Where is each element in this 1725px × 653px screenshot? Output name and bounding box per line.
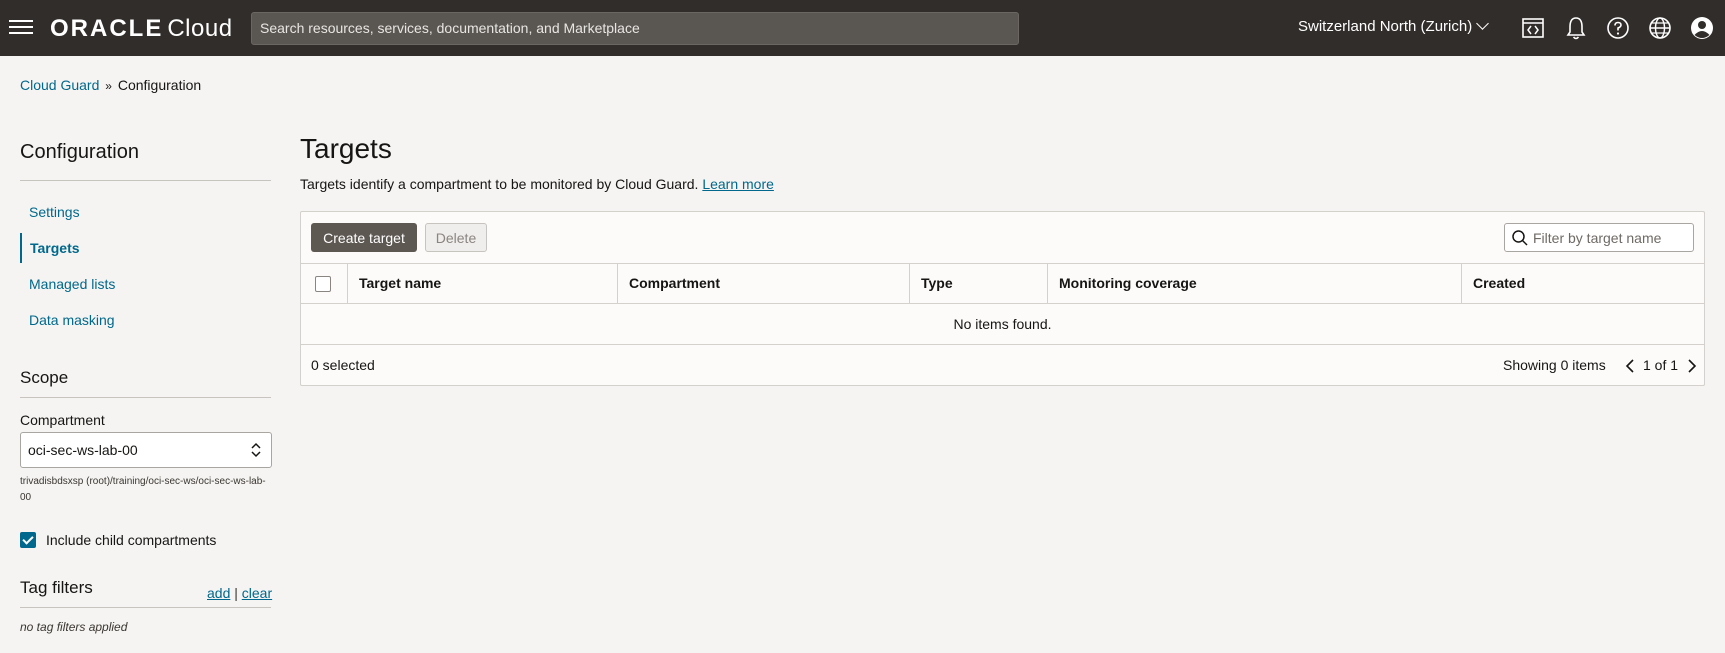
- region-label: Switzerland North (Zurich): [1298, 18, 1473, 35]
- scope-divider: [20, 397, 271, 398]
- chevron-down-icon: [1476, 17, 1490, 30]
- sidebar-item-settings[interactable]: Settings: [20, 197, 271, 227]
- include-child-label: Include child compartments: [46, 532, 217, 548]
- search-icon: [1512, 230, 1528, 246]
- compartment-label: Compartment: [20, 412, 105, 428]
- tag-filter-divider: |: [234, 585, 238, 601]
- oracle-cloud-logo[interactable]: ORACLE Cloud: [50, 15, 233, 43]
- code-editor-icon[interactable]: [1520, 15, 1546, 41]
- column-header-target-name[interactable]: Target name: [347, 264, 617, 303]
- tag-filter-actions: add | clear: [207, 585, 272, 601]
- breadcrumb-cloud-guard-link[interactable]: Cloud Guard: [20, 77, 99, 93]
- tag-filters-empty: no tag filters applied: [20, 620, 128, 634]
- sidebar-item-data-masking[interactable]: Data masking: [20, 305, 271, 335]
- showing-items: Showing 0 items: [1503, 357, 1606, 373]
- top-navigation-bar: ORACLE Cloud Search resources, services, …: [0, 0, 1725, 56]
- target-name-filter[interactable]: [1504, 223, 1694, 252]
- targets-table-card: Create target Delete Target name Compart…: [300, 211, 1705, 386]
- select-updown-icon: [251, 442, 261, 458]
- sidebar-item-targets[interactable]: Targets: [20, 233, 271, 263]
- bell-icon[interactable]: [1563, 15, 1589, 41]
- region-selector[interactable]: Switzerland North (Zurich): [1298, 17, 1490, 35]
- help-icon[interactable]: [1605, 15, 1631, 41]
- column-header-compartment[interactable]: Compartment: [617, 264, 909, 303]
- create-target-button[interactable]: Create target: [311, 223, 417, 252]
- sidebar-title: Configuration: [20, 141, 139, 163]
- include-child-checkbox[interactable]: [20, 532, 36, 548]
- breadcrumb-separator: »: [105, 79, 112, 93]
- sidebar-divider: [20, 180, 271, 181]
- breadcrumb: Cloud Guard » Configuration: [20, 77, 201, 93]
- column-header-monitoring-coverage[interactable]: Monitoring coverage: [1047, 264, 1461, 303]
- include-child-compartments: Include child compartments: [20, 532, 216, 548]
- hamburger-menu-icon[interactable]: [9, 16, 33, 40]
- tag-filters-title: Tag filters: [20, 578, 93, 597]
- table-footer: 0 selected Showing 0 items 1 of 1: [301, 345, 1704, 385]
- global-search-input[interactable]: Search resources, services, documentatio…: [251, 12, 1019, 45]
- selected-count: 0 selected: [311, 357, 375, 373]
- page-description: Targets identify a compartment to be mon…: [300, 176, 774, 192]
- table-header: Target name Compartment Type Monitoring …: [301, 263, 1704, 304]
- compartment-value: oci-sec-ws-lab-00: [28, 442, 138, 458]
- chevron-left-icon[interactable]: [1624, 358, 1636, 374]
- page-title: Targets: [300, 133, 392, 164]
- description-text: Targets identify a compartment to be mon…: [300, 176, 699, 192]
- compartment-path: trivadisbdsxsp (root)/training/oci-sec-w…: [20, 476, 266, 503]
- table-empty-message: No items found.: [301, 304, 1704, 345]
- breadcrumb-current: Configuration: [117, 77, 202, 93]
- select-all-cell: [301, 264, 347, 303]
- delete-button[interactable]: Delete: [425, 223, 487, 252]
- page-info: 1 of 1: [1643, 357, 1679, 373]
- column-header-created[interactable]: Created: [1461, 264, 1704, 303]
- filter-input[interactable]: [1533, 224, 1691, 251]
- tag-filters-divider: [20, 607, 271, 608]
- scope-title: Scope: [20, 368, 69, 387]
- globe-icon[interactable]: [1647, 15, 1673, 41]
- learn-more-link[interactable]: Learn more: [702, 176, 774, 192]
- chevron-right-icon[interactable]: [1686, 358, 1698, 374]
- tag-filter-add-link[interactable]: add: [207, 585, 230, 601]
- user-avatar-icon[interactable]: [1689, 15, 1715, 41]
- select-all-checkbox[interactable]: [315, 276, 331, 292]
- sidebar-item-managed-lists[interactable]: Managed lists: [20, 269, 271, 299]
- tag-filter-clear-link[interactable]: clear: [242, 585, 272, 601]
- column-header-type[interactable]: Type: [909, 264, 1047, 303]
- compartment-select[interactable]: oci-sec-ws-lab-00: [20, 432, 272, 468]
